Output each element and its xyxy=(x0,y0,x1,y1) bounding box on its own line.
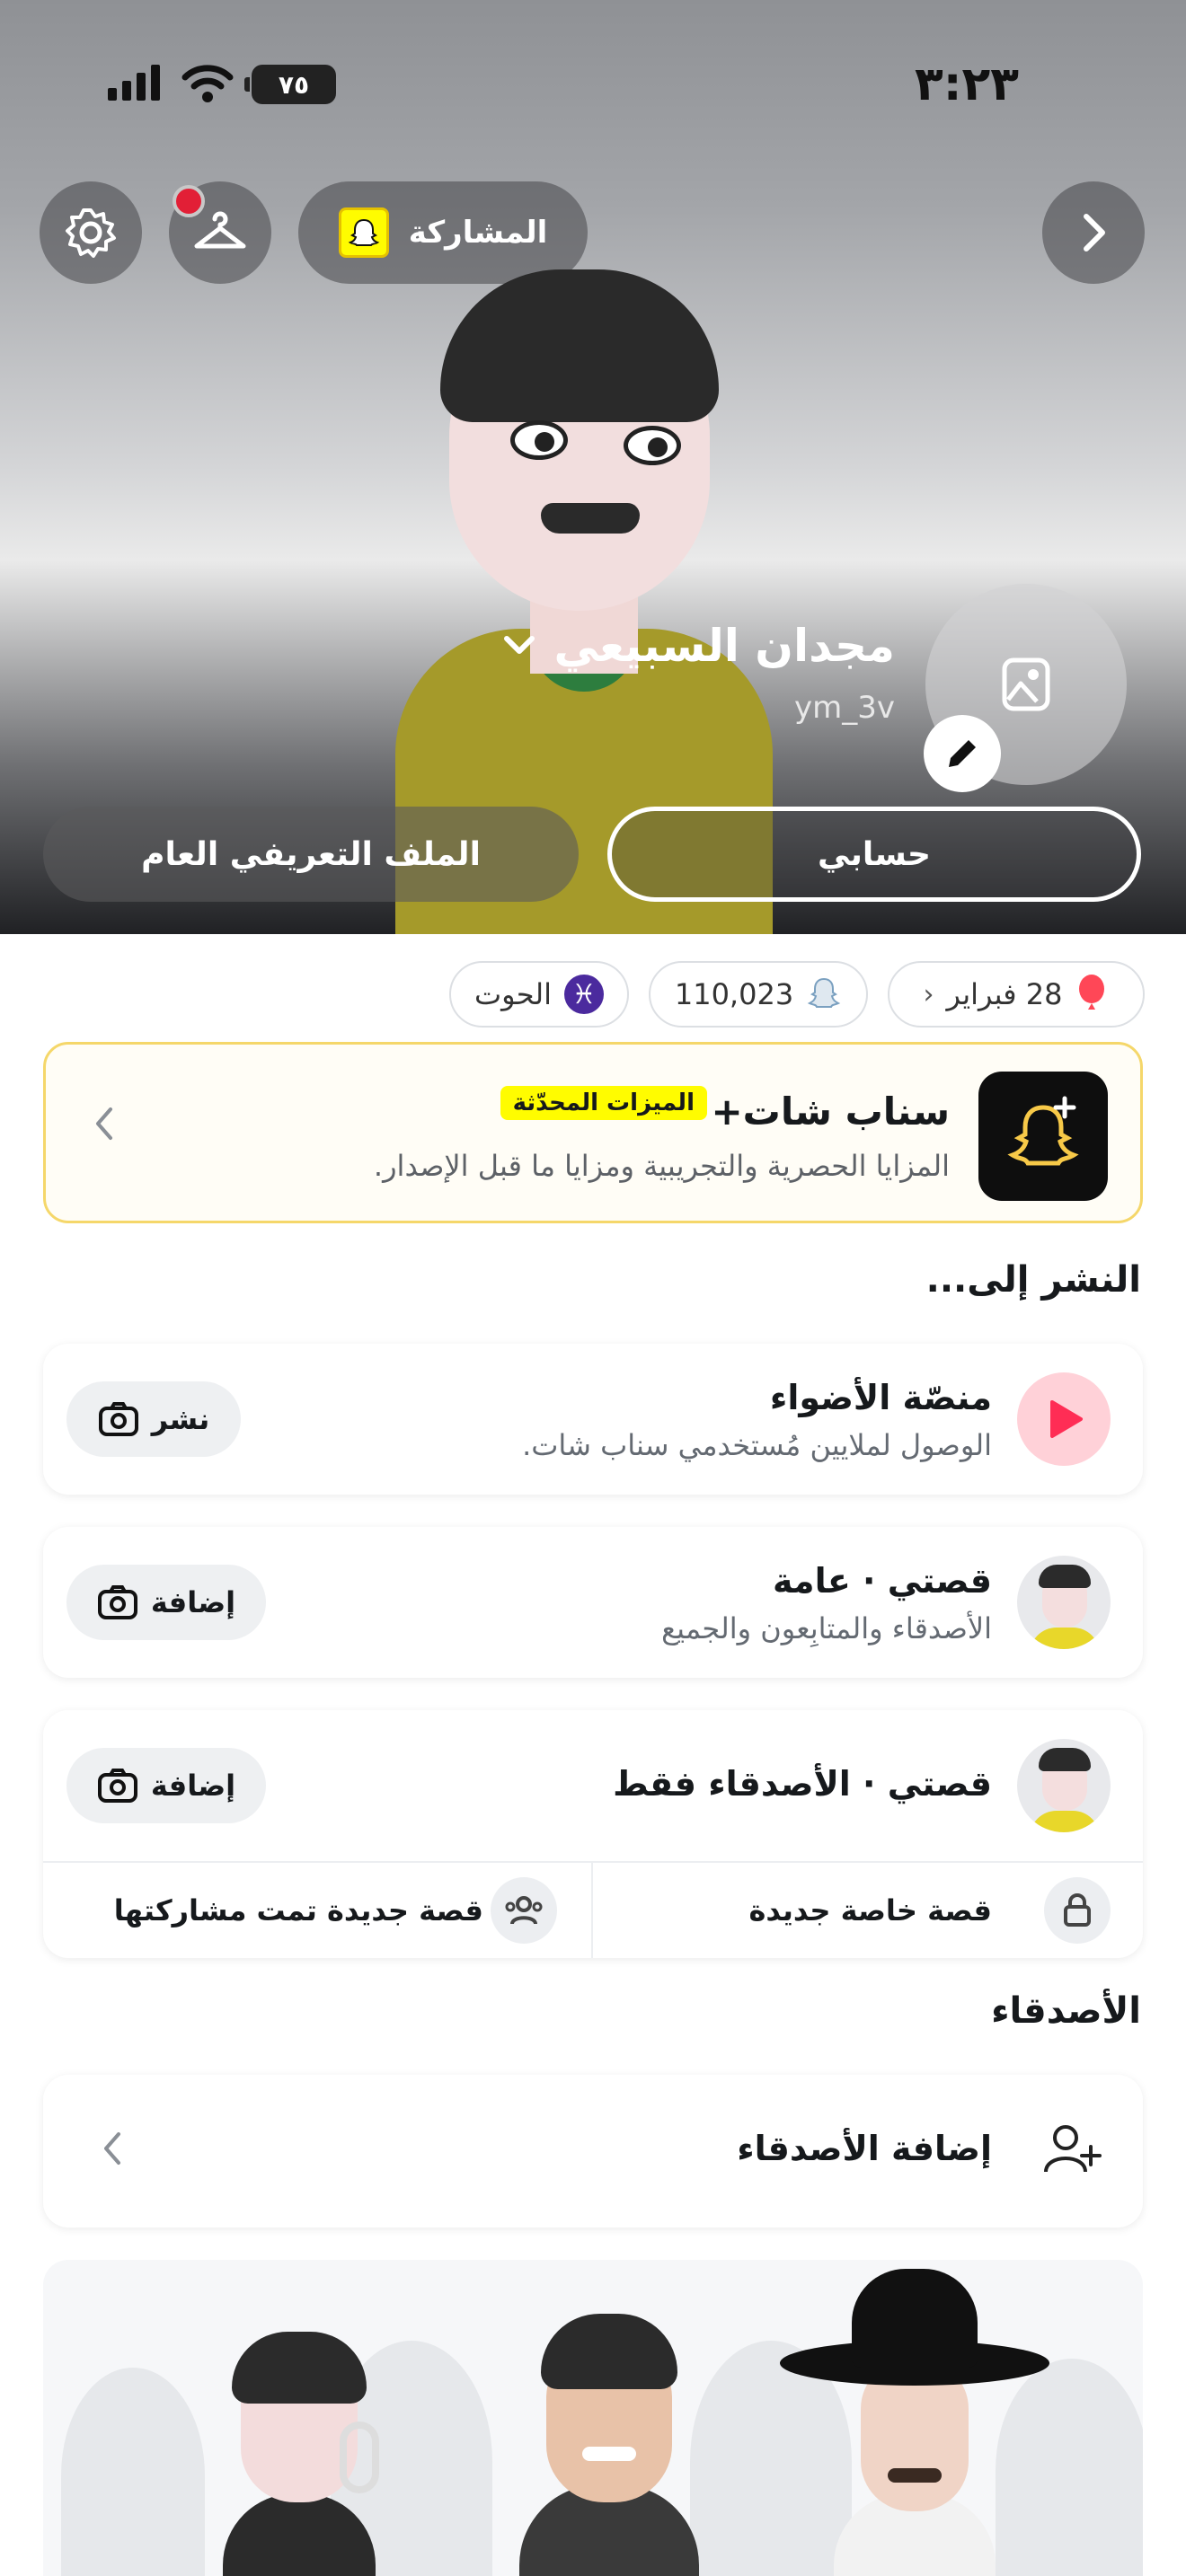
tab-public-profile[interactable]: الملف التعريفي العام xyxy=(43,807,579,902)
tab-my-account[interactable]: حسابي xyxy=(607,807,1141,902)
camera-icon xyxy=(97,1769,137,1803)
gear-icon xyxy=(66,208,116,258)
add-label: إضافة xyxy=(150,1769,236,1803)
add-friends-row[interactable]: إضافة الأصدقاء xyxy=(43,2075,1143,2228)
story-avatar xyxy=(1017,1739,1111,1832)
chevron-left-icon xyxy=(91,1104,118,1154)
share-button[interactable]: المشاركة xyxy=(298,181,588,284)
share-label: المشاركة xyxy=(408,215,548,251)
spotlight-post-button[interactable]: نشر xyxy=(66,1381,241,1457)
display-name-button[interactable]: مجدان السبيعي xyxy=(501,620,895,672)
friend-suggestions-carousel[interactable] xyxy=(43,2260,1143,2576)
username: ym_3v xyxy=(794,690,895,726)
balloon-icon xyxy=(1079,975,1105,1010)
spotlight-icon xyxy=(1017,1372,1111,1466)
snap-score-text: 110,023 xyxy=(674,977,794,1011)
friend-placeholder xyxy=(61,2368,205,2576)
new-shared-story-label: قصة جديدة تمت مشاركتها xyxy=(113,1893,483,1928)
pisces-icon: ♓ xyxy=(563,975,604,1014)
zodiac-text: الحوت xyxy=(474,977,552,1011)
add-friends-label: إضافة الأصدقاء xyxy=(737,2129,992,2168)
snapcode-icon xyxy=(338,207,389,258)
avatar-eye-right xyxy=(624,426,681,465)
pencil-icon xyxy=(949,740,976,767)
image-icon xyxy=(1002,657,1050,711)
chevron-left-icon: ‹ xyxy=(923,978,934,1010)
avatar-mustache xyxy=(541,503,640,534)
public-story-title: قصتي · عامة xyxy=(773,1561,992,1601)
friends-title: الأصدقاء xyxy=(991,1990,1141,2032)
snapchat-plus-icon xyxy=(978,1072,1108,1201)
profile-header: ٣:٢٣ ٧٥ المشاركة مجدان السبيعي ym_3v حسا… xyxy=(0,0,1186,934)
avatar-hair xyxy=(440,269,719,422)
new-private-story-label: قصة خاصة جديدة xyxy=(748,1893,992,1928)
updated-features-badge: الميزات المحدّثة xyxy=(500,1086,707,1120)
public-story-subtitle: الأصدقاء والمتابِعون والجميع xyxy=(661,1611,992,1645)
camera-icon xyxy=(98,1402,138,1436)
status-icons: ٧٥ xyxy=(108,63,336,106)
chevron-right-icon xyxy=(1084,214,1105,251)
post-to-title: النشر إلى... xyxy=(925,1259,1141,1301)
friends-story-card: قصتي · الأصدقاء فقط إضافة قصة خاصة جديدة… xyxy=(43,1710,1143,1958)
notification-dot xyxy=(173,185,205,217)
signal-icon xyxy=(108,65,164,104)
status-time: ٣:٢٣ xyxy=(914,57,1019,111)
settings-button[interactable] xyxy=(40,181,142,284)
edit-avatar-button[interactable] xyxy=(924,715,1001,792)
avatar-eye-left xyxy=(510,420,568,460)
group-icon xyxy=(491,1877,557,1944)
zodiac-chip[interactable]: ♓ الحوت xyxy=(449,961,629,1028)
story-avatar xyxy=(1017,1556,1111,1649)
camera-icon xyxy=(97,1585,137,1619)
snap-score-chip[interactable]: 110,023 xyxy=(649,961,868,1028)
birthday-chip[interactable]: 28 فبراير ‹ xyxy=(888,961,1145,1028)
friends-story-add-button[interactable]: إضافة xyxy=(66,1748,266,1823)
add-friend-icon xyxy=(1042,2120,1102,2183)
spotlight-subtitle: الوصول لملايين مُستخدمي سناب شات. xyxy=(522,1428,992,1462)
display-name: مجدان السبيعي xyxy=(553,620,895,672)
new-shared-story-button[interactable]: قصة جديدة تمت مشاركتها xyxy=(43,1863,591,1958)
forward-button[interactable] xyxy=(1042,181,1145,284)
snap-score-icon xyxy=(807,977,841,1008)
friend-avatar[interactable] xyxy=(780,2269,1049,2576)
public-story-card[interactable]: قصتي · عامة الأصدقاء والمتابِعون والجميع… xyxy=(43,1527,1143,1678)
hanger-icon xyxy=(194,211,246,249)
friends-story-title: قصتي · الأصدقاء فقط xyxy=(613,1764,992,1804)
new-private-story-button[interactable]: قصة خاصة جديدة xyxy=(593,1863,1143,1958)
snapchat-plus-title: سناب شات+ xyxy=(711,1090,950,1134)
add-label: إضافة xyxy=(150,1585,236,1619)
post-label: نشر xyxy=(151,1402,210,1436)
friend-avatar[interactable] xyxy=(205,2314,385,2576)
chevron-down-icon xyxy=(504,636,535,654)
spotlight-title: منصّة الأضواء xyxy=(769,1378,992,1417)
public-story-add-button[interactable]: إضافة xyxy=(66,1565,266,1640)
snapchat-plus-banner[interactable]: سناب شات+ الميزات المحدّثة المزايا الحصر… xyxy=(43,1042,1143,1223)
wifi-icon xyxy=(181,63,234,106)
battery-icon: ٧٥ xyxy=(244,65,336,104)
spotlight-card[interactable]: منصّة الأضواء الوصول لملايين مُستخدمي سن… xyxy=(43,1344,1143,1495)
snapchat-plus-subtitle: المزايا الحصرية والتجريبية ومزايا ما قبل… xyxy=(373,1149,950,1183)
chevron-left-icon xyxy=(99,2129,126,2179)
birthday-text: 28 فبراير xyxy=(946,977,1063,1011)
friend-avatar[interactable] xyxy=(510,2296,708,2576)
lock-icon xyxy=(1044,1877,1111,1944)
